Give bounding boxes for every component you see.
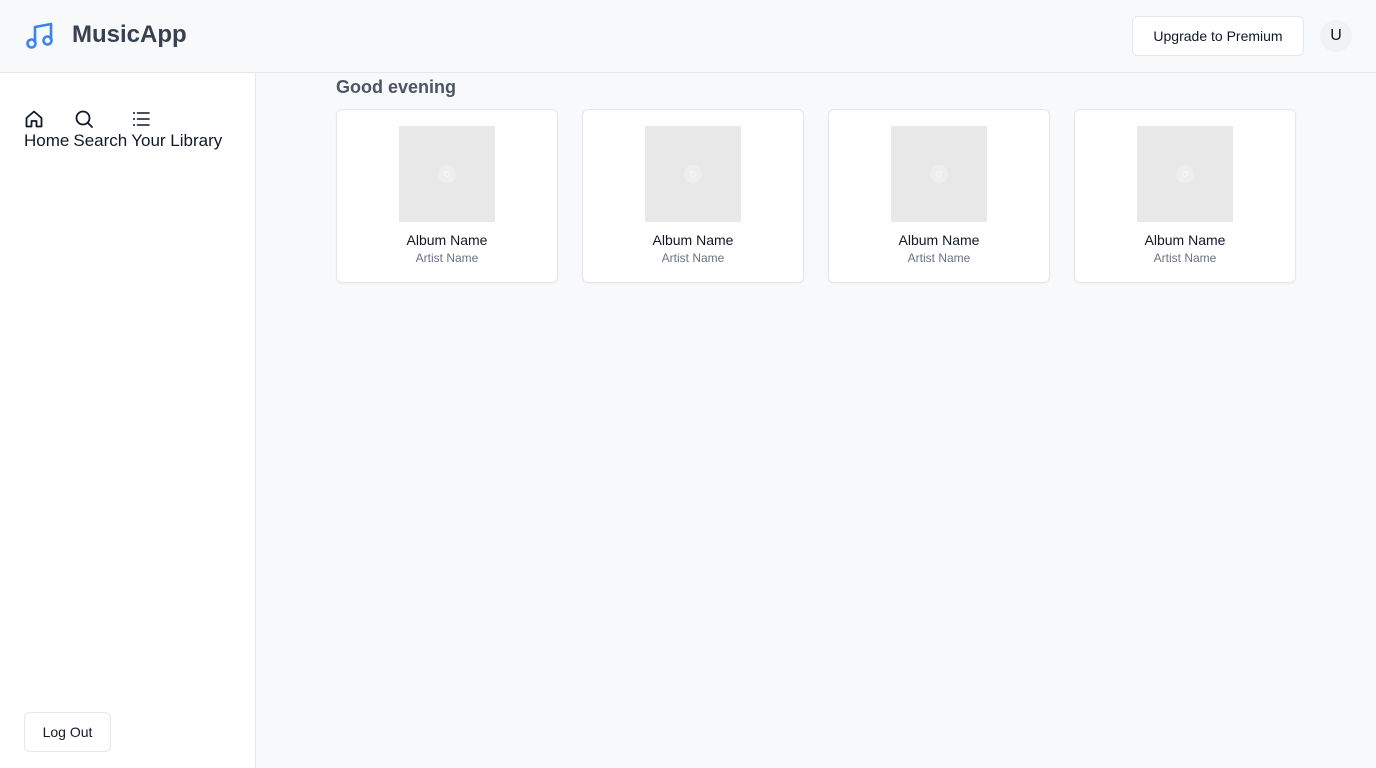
music-note-icon: [26, 22, 53, 49]
artist-name: Artist Name: [907, 251, 971, 265]
sidebar-item-search[interactable]: Search: [73, 109, 127, 152]
sidebar-item-label: Search: [73, 131, 128, 150]
app-header: MusicApp Upgrade to Premium U: [0, 0, 1376, 73]
album-cover: [891, 126, 987, 222]
sidebar: Home Search Your Library Log Out: [0, 73, 256, 768]
logout-button[interactable]: Log Out: [24, 712, 111, 752]
album-card[interactable]: Album Name Artist Name: [1074, 109, 1296, 283]
album-cover: [1137, 126, 1233, 222]
avatar[interactable]: U: [1320, 20, 1352, 52]
sidebar-item-label: Your Library: [131, 131, 223, 150]
artist-name: Artist Name: [415, 251, 479, 265]
list-icon: [133, 112, 151, 126]
album-name: Album Name: [1144, 232, 1226, 248]
artist-name: Artist Name: [661, 251, 725, 265]
album-cover: [645, 126, 741, 222]
search-icon: [75, 110, 94, 128]
album-name: Album Name: [898, 232, 980, 248]
album-card[interactable]: Album Name Artist Name: [582, 109, 804, 283]
album-name: Album Name: [652, 232, 734, 248]
home-icon: [25, 110, 43, 128]
sidebar-nav: Home Search Your Library: [24, 109, 226, 152]
disc-icon: [684, 165, 702, 183]
album-name: Album Name: [406, 232, 488, 248]
sidebar-item-label: Home: [24, 131, 70, 150]
upgrade-premium-button[interactable]: Upgrade to Premium: [1132, 16, 1304, 56]
sidebar-item-library[interactable]: Your Library: [131, 109, 222, 152]
album-card[interactable]: Album Name Artist Name: [336, 109, 558, 283]
disc-icon: [438, 165, 456, 183]
artist-name: Artist Name: [1153, 251, 1217, 265]
app-title: MusicApp: [72, 21, 187, 48]
disc-icon: [930, 165, 948, 183]
album-card[interactable]: Album Name Artist Name: [828, 109, 1050, 283]
album-cover: [399, 126, 495, 222]
sidebar-item-home[interactable]: Home: [24, 109, 69, 152]
page-title: Good evening: [336, 77, 457, 97]
disc-icon: [1176, 165, 1194, 183]
